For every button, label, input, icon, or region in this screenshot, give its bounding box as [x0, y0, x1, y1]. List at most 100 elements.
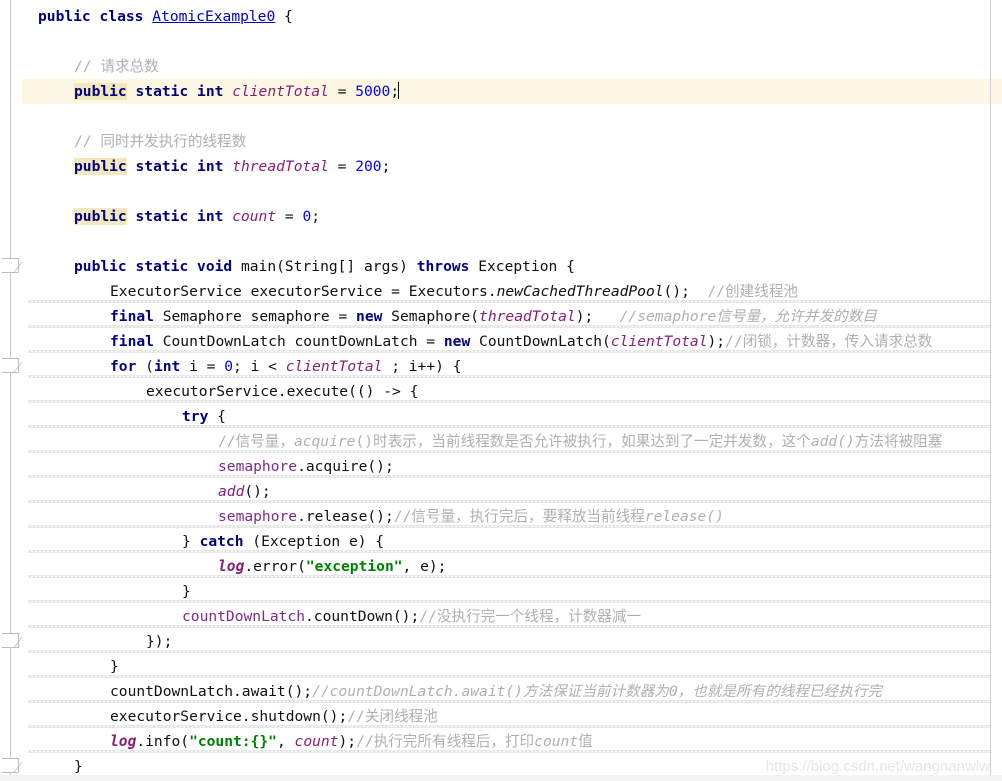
- code-token: "count:{}": [189, 733, 277, 750]
- code-token: clientTotal: [285, 358, 383, 375]
- code-token: );: [338, 733, 357, 750]
- code-line[interactable]: executorService.shutdown();//关闭线程池: [0, 704, 1002, 729]
- code-line[interactable]: countDownLatch.await();//countDownLatch.…: [0, 679, 1002, 704]
- code-token: 200: [355, 158, 382, 175]
- code-line[interactable]: final Semaphore semaphore = new Semaphor…: [0, 304, 1002, 329]
- code-token: //闭锁，计数器，传入请求总数: [725, 333, 933, 350]
- code-token: catch: [199, 533, 244, 550]
- code-token: });: [146, 633, 173, 650]
- code-token: //执行完所有线程后，打印: [356, 733, 535, 750]
- code-token: new: [443, 333, 471, 350]
- code-line[interactable]: [0, 229, 1002, 254]
- code-line[interactable]: // 同时并发执行的线程数: [0, 129, 1002, 154]
- fold-marker-icon[interactable]: [2, 258, 19, 273]
- code-line[interactable]: public static int clientTotal = 5000;: [0, 79, 1002, 104]
- code-token: //没执行完一个线程，计数器减一: [419, 608, 642, 625]
- code-token: ();: [663, 283, 708, 300]
- code-token: =: [276, 208, 303, 225]
- code-token: static: [135, 258, 189, 275]
- code-token: Semaphore semaphore =: [153, 308, 357, 325]
- code-token: countDownLatch.await();: [110, 683, 313, 700]
- code-token: }: [74, 758, 83, 775]
- code-token: 方法将被阻塞: [854, 433, 943, 450]
- code-line[interactable]: try {: [0, 404, 1002, 429]
- code-line[interactable]: public static int count = 0;: [0, 204, 1002, 229]
- code-line[interactable]: // 请求总数: [0, 54, 1002, 79]
- code-token: 0: [224, 358, 234, 375]
- code-line[interactable]: ExecutorService executorService = Execut…: [0, 279, 1002, 304]
- code-token: ; i++) {: [382, 358, 462, 375]
- code-token: countDownLatch: [182, 608, 306, 625]
- code-token: //关闭线程池: [347, 708, 438, 725]
- code-line[interactable]: });: [0, 629, 1002, 654]
- code-line[interactable]: countDownLatch.countDown();//没执行完一个线程，计数…: [0, 604, 1002, 629]
- code-line[interactable]: //信号量，acquire()时表示，当前线程数是否允许被执行，如果达到了一定并…: [0, 429, 1002, 454]
- code-token: final: [110, 308, 154, 325]
- code-token: ()时表示，当前线程数是否允许被执行，如果达到了一定并发数，这个: [355, 433, 811, 450]
- code-token: clientTotal: [610, 333, 708, 350]
- code-token: .info(: [136, 733, 190, 750]
- code-token: ;: [381, 158, 391, 175]
- code-text-area[interactable]: public class AtomicExample0 {// 请求总数 publ…: [0, 0, 1002, 779]
- code-token: release(): [644, 508, 724, 525]
- code-line[interactable]: semaphore.acquire();: [0, 454, 1002, 479]
- code-token: AtomicExample0: [152, 8, 276, 25]
- code-line[interactable]: [0, 29, 1002, 54]
- code-token: public: [38, 8, 91, 25]
- code-token: =: [328, 158, 356, 175]
- code-token: .countDown();: [305, 608, 420, 625]
- code-token: //countDownLatch.await()方法保证当前计数器为0，也就是所…: [312, 683, 883, 700]
- code-token: executorService.shutdown();: [110, 708, 348, 725]
- code-token: public: [74, 258, 127, 275]
- fold-marker-icon[interactable]: [2, 633, 19, 648]
- code-token: // 同时并发执行的线程数: [74, 133, 247, 150]
- text-caret: [398, 82, 400, 99]
- code-token: }: [182, 583, 191, 600]
- code-token: //信号量，执行完后，要释放当前线程: [393, 508, 645, 525]
- fold-marker-icon[interactable]: [2, 358, 19, 373]
- code-token: clientTotal: [232, 83, 329, 100]
- code-token: static: [135, 83, 189, 100]
- code-line[interactable]: for (int i = 0; i < clientTotal ; i++) {: [0, 354, 1002, 379]
- code-token: newCachedThreadPool: [496, 283, 664, 300]
- code-token: count: [294, 733, 339, 750]
- code-line[interactable]: } catch (Exception e) {: [0, 529, 1002, 554]
- code-editor[interactable]: public class AtomicExample0 {// 请求总数 publ…: [0, 0, 1002, 781]
- code-line[interactable]: }: [0, 654, 1002, 679]
- code-token: (): [837, 433, 855, 450]
- code-line[interactable]: public static int threadTotal = 200;: [0, 154, 1002, 179]
- code-token: static: [135, 158, 189, 175]
- code-line[interactable]: executorService.execute(() -> {: [0, 379, 1002, 404]
- code-line[interactable]: [0, 104, 1002, 129]
- code-line[interactable]: semaphore.release();//信号量，执行完后，要释放当前线程re…: [0, 504, 1002, 529]
- fold-gutter[interactable]: [0, 0, 22, 781]
- code-line[interactable]: public static void main(String[] args) t…: [0, 254, 1002, 279]
- code-token: executorService.execute(() -> {: [146, 383, 419, 400]
- code-token: Exception {: [469, 258, 575, 275]
- code-line[interactable]: log.error("exception", e);: [0, 554, 1002, 579]
- code-line[interactable]: [0, 179, 1002, 204]
- code-line[interactable]: public class AtomicExample0 {: [0, 4, 1002, 29]
- code-token: log: [218, 558, 245, 575]
- code-token: 值: [578, 733, 593, 750]
- code-token: void: [197, 258, 233, 275]
- fold-marker-icon[interactable]: [2, 758, 19, 773]
- code-token: 0: [302, 208, 312, 225]
- code-line[interactable]: final CountDownLatch countDownLatch = ne…: [0, 329, 1002, 354]
- code-token: "exception": [305, 558, 403, 575]
- code-line[interactable]: log.info("count:{}", count);//执行完所有线程后，打…: [0, 729, 1002, 754]
- code-line[interactable]: add();: [0, 479, 1002, 504]
- code-token: CountDownLatch countDownLatch =: [153, 333, 444, 350]
- code-line[interactable]: }: [0, 579, 1002, 604]
- watermark-text: https://blog.csdn.net/wangnanwlw: [765, 758, 990, 775]
